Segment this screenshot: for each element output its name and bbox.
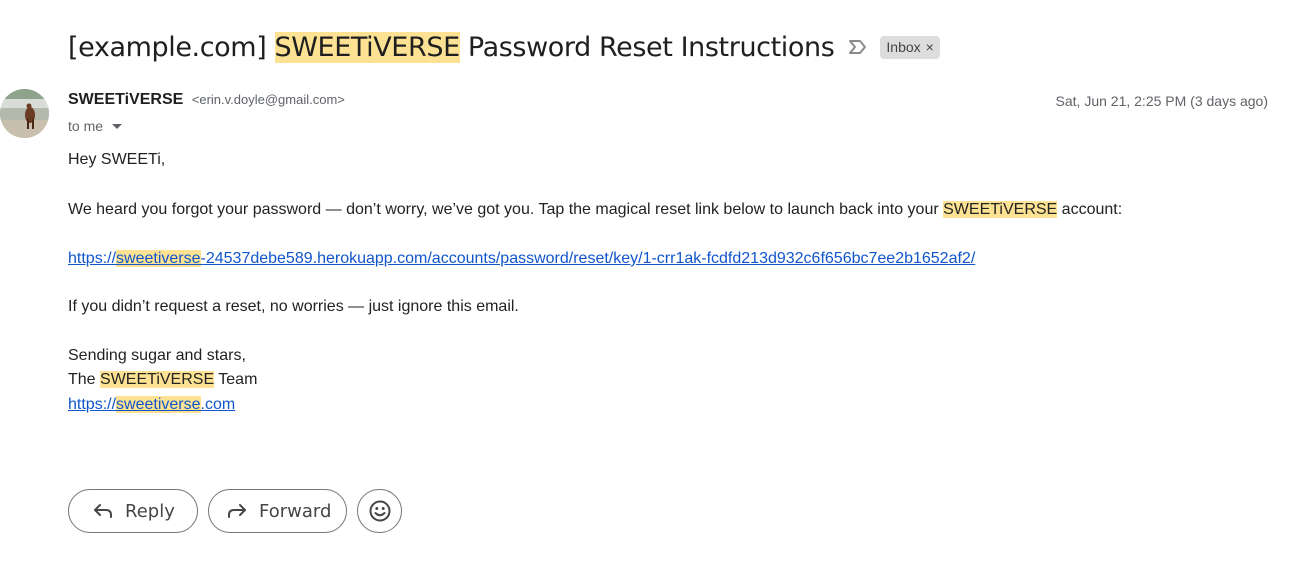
body-paragraph-2: If you didn’t request a reset, no worrie… — [68, 298, 519, 315]
remove-label-icon[interactable]: × — [926, 39, 934, 55]
email-date: Sat, Jun 21, 2:25 PM (3 days ago) — [1055, 93, 1268, 109]
site-link-line: https://sweetiverse.com — [68, 396, 235, 414]
forward-button[interactable]: Forward — [208, 489, 347, 533]
subject-row: [example.com] SWEETiVERSE Password Reset… — [68, 28, 940, 66]
site-link-suffix: .com — [200, 396, 236, 413]
team-signature: The SWEETiVERSE Team — [68, 371, 257, 389]
greeting: Hey SWEETi, — [68, 151, 166, 168]
reset-link-line: https://sweetiverse-24537debe589.herokua… — [68, 250, 975, 268]
reset-link-highlight: sweetiverse — [116, 250, 201, 267]
inbox-label-chip[interactable]: Inbox × — [880, 35, 940, 59]
site-link-highlight: sweetiverse — [116, 396, 201, 413]
reset-link-suffix: -24537debe589.herokuapp.com/accounts/pas… — [200, 250, 976, 267]
para1-brand-highlight: SWEETiVERSE — [943, 201, 1058, 218]
forward-arrow-icon — [228, 504, 246, 518]
site-link[interactable]: https://sweetiverse.com — [68, 396, 235, 413]
sender-line: SWEETiVERSE <erin.v.doyle@gmail.com> — [68, 91, 345, 109]
site-link-prefix: https:// — [68, 396, 117, 413]
subject-suffix: Password Reset Instructions — [459, 31, 835, 63]
team-prefix: The — [68, 371, 101, 388]
team-suffix: Team — [214, 371, 258, 388]
team-brand-highlight: SWEETiVERSE — [100, 371, 215, 388]
recipient-dropdown[interactable]: to me — [68, 118, 123, 134]
reply-arrow-icon — [94, 504, 112, 518]
smiley-icon — [369, 500, 390, 522]
reply-button[interactable]: Reply — [68, 489, 198, 533]
reset-link-prefix: https:// — [68, 250, 117, 267]
sender-avatar[interactable] — [0, 89, 49, 138]
email-subject: [example.com] SWEETiVERSE Password Reset… — [68, 31, 835, 63]
recipient-label: to me — [68, 118, 104, 134]
reset-password-link[interactable]: https://sweetiverse-24537debe589.herokua… — [68, 250, 975, 267]
caret-down-icon[interactable] — [112, 123, 123, 129]
emoji-reaction-button[interactable] — [357, 489, 402, 533]
subject-prefix: [example.com] — [68, 31, 275, 63]
forward-label: Forward — [259, 500, 332, 522]
sender-email: <erin.v.doyle@gmail.com> — [191, 92, 345, 107]
sender-name[interactable]: SWEETiVERSE — [68, 91, 183, 108]
para1-end: account: — [1057, 201, 1123, 218]
inbox-label-text: Inbox — [886, 39, 921, 55]
signoff: Sending sugar and stars, — [68, 347, 246, 364]
importance-marker-icon[interactable] — [848, 37, 870, 57]
subject-brand-highlight: SWEETiVERSE — [274, 31, 460, 63]
para1-text: We heard you forgot your password — don’… — [68, 201, 944, 218]
reply-label: Reply — [125, 500, 175, 522]
body-paragraph-1: We heard you forgot your password — don’… — [68, 201, 1122, 219]
